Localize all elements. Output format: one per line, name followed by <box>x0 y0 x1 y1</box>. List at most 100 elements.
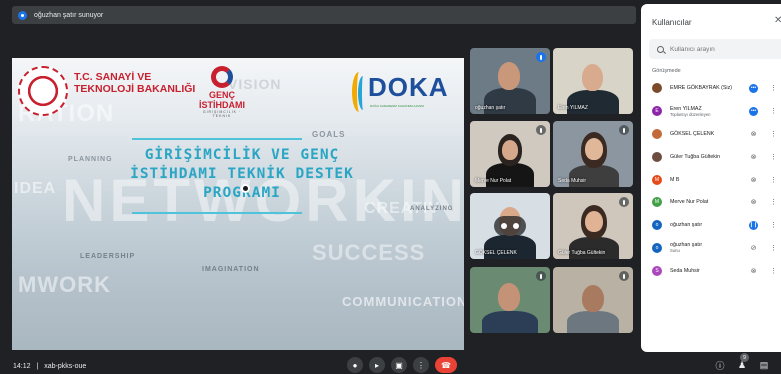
video-tile[interactable] <box>470 267 550 333</box>
more-vert-icon[interactable]: ⋮ <box>770 84 777 92</box>
meeting-time: 14:12 <box>13 363 31 370</box>
presentation-slide: VISION RATION PLANNING IDEA NETWORKING L… <box>12 58 464 350</box>
tile-name: Güler Tuğba Gültekin <box>558 250 606 256</box>
more-vert-icon[interactable]: ⋮ <box>770 153 777 161</box>
people-button[interactable]: ♟ 9 <box>736 353 749 371</box>
speaking-indicator-icon <box>536 52 546 62</box>
presenting-text: oğuzhan şatır sunuyor <box>34 11 104 19</box>
slide-divider <box>132 138 302 140</box>
mic-off-icon <box>536 271 546 281</box>
main-stage: VISION RATION PLANNING IDEA NETWORKING L… <box>12 32 464 352</box>
pin-icon[interactable] <box>501 223 507 229</box>
audio-activity-icon[interactable]: ••• <box>749 106 758 116</box>
participant-name: Güler Tuğba Gültekin <box>670 153 721 160</box>
video-tile[interactable]: Seda Muhsir <box>553 121 633 187</box>
participant-name: oğuzhan şatır <box>670 222 703 229</box>
mic-muted-icon[interactable]: ⊗ <box>749 266 758 275</box>
info-button[interactable]: ⓘ <box>714 359 726 371</box>
video-tile[interactable]: Eren YILMAZ <box>553 48 633 114</box>
mic-off-icon[interactable]: ⊘ <box>749 243 758 252</box>
participant-row[interactable]: E Eren YILMAZ Toplantıyı düzenleyen ••• ⋮ <box>641 100 781 123</box>
tile-name: GÖKSEL ÇELENK <box>475 250 517 256</box>
avatar: o <box>652 242 662 253</box>
search-input[interactable] <box>670 45 770 53</box>
pointer-cursor <box>241 184 250 193</box>
participant-name: EMRE GÖKBAYRAK (Siz) <box>670 85 733 92</box>
section-label: Görüşmede <box>652 68 681 74</box>
participant-name: Merve Nur Polat <box>670 199 709 206</box>
people-panel: Kullanıcılar ✕ Görüşmede EMRE GÖKBAYRAK … <box>641 4 781 352</box>
more-vert-icon[interactable]: ⋮ <box>770 130 777 138</box>
avatar <box>652 128 662 139</box>
avatar: M <box>652 197 662 208</box>
chat-button[interactable]: ▤ <box>758 359 770 371</box>
meeting-code: xab-pkks-oue <box>44 363 87 370</box>
participant-row[interactable]: M Merve Nur Polat ⊗ ⋮ <box>641 191 781 214</box>
tile-name: Merve Nur Polat <box>475 178 512 184</box>
video-tile[interactable]: GÖKSEL ÇELENK <box>470 193 550 259</box>
participant-row[interactable]: S Seda Muhsir ⊗ ⋮ <box>641 259 781 282</box>
more-vert-icon[interactable]: ⋮ <box>770 176 777 184</box>
speaking-indicator-icon[interactable]: ❙❙ <box>749 220 758 230</box>
slide-watermark: IDEA <box>14 180 57 197</box>
search-icon <box>657 45 664 53</box>
video-tile[interactable] <box>553 267 633 333</box>
slide-watermark: ANALYZING <box>410 206 454 212</box>
video-tile[interactable]: oğuzhan şatır <box>470 48 550 114</box>
presenting-icon <box>18 10 27 20</box>
present-button[interactable]: ▣ <box>391 357 407 373</box>
participant-row[interactable]: M M B ⊗ ⋮ <box>641 168 781 191</box>
mic-muted-icon[interactable]: ⊗ <box>749 198 758 207</box>
genc-istihdami-logo: GENÇ İSTİHDAMI GİRİŞİMCİLİK · TEKNİK <box>197 66 247 126</box>
participant-count-badge: 9 <box>740 353 749 362</box>
participant-name: Seda Muhsir <box>670 267 700 274</box>
close-icon[interactable]: ✕ <box>774 15 781 26</box>
more-vert-icon[interactable]: ⋮ <box>770 267 777 275</box>
more-vert-icon[interactable]: ⋮ <box>770 107 777 115</box>
more-icon[interactable] <box>513 223 519 229</box>
slide-watermark: MWORK <box>18 272 111 297</box>
participant-row[interactable]: EMRE GÖKBAYRAK (Siz) ••• ⋮ <box>641 77 781 100</box>
call-controls: ● ▸ ▣ ⋮ ☎ <box>347 357 457 373</box>
slide-divider <box>132 212 302 214</box>
more-vert-icon[interactable]: ⋮ <box>770 198 777 206</box>
participant-name: M B <box>670 176 680 183</box>
video-tile[interactable]: Güler Tuğba Gültekin <box>553 193 633 259</box>
side-controls: ⓘ ♟ 9 ▤ ◭ <box>714 353 781 371</box>
slide-title: GİRİŞİMCİLİK VE GENÇ İSTİHDAMI TEKNİK DE… <box>130 147 354 201</box>
slide-watermark: COMMUNICATION <box>342 294 464 309</box>
chat-icon: ▤ <box>759 359 769 370</box>
participant-name: GÖKSEL ÇELENK <box>670 130 715 137</box>
participant-row[interactable]: Güler Tuğba Gültekin ⊗ ⋮ <box>641 145 781 168</box>
mic-muted-icon[interactable]: ⊗ <box>749 129 758 138</box>
end-call-button[interactable]: ☎ <box>435 357 457 373</box>
participant-row[interactable]: o oğuzhan şatır Sunu ⊘ ⋮ <box>641 237 781 260</box>
participant-role: Sunu <box>670 248 680 254</box>
avatar: o <box>652 220 662 231</box>
tile-options[interactable] <box>494 216 526 236</box>
participant-row[interactable]: o oğuzhan şatır ❙❙ ⋮ <box>641 214 781 237</box>
hang-up-icon: ☎ <box>441 360 451 370</box>
meet-window: oğuzhan şatır sunuyor VISION RATION PLAN… <box>0 0 781 374</box>
mic-muted-icon[interactable]: ⊗ <box>749 175 758 184</box>
participant-list: EMRE GÖKBAYRAK (Siz) ••• ⋮ E Eren YILMAZ Topl… <box>641 77 781 282</box>
panel-title: Kullanıcılar <box>652 18 692 27</box>
info-icon: ⓘ <box>715 360 725 371</box>
mic-button[interactable]: ● <box>347 357 363 373</box>
video-tile[interactable]: Merve Nur Polat <box>470 121 550 187</box>
slide-watermark: LEADERSHIP <box>80 253 136 260</box>
more-vert-icon[interactable]: ⋮ <box>770 221 777 229</box>
mic-muted-icon[interactable]: ⊗ <box>749 152 758 161</box>
more-vert-icon[interactable]: ⋮ <box>770 244 777 252</box>
meeting-info: 14:12 | xab-pkks-oue <box>13 363 86 370</box>
presenting-banner: oğuzhan şatır sunuyor <box>12 6 636 24</box>
more-options-button[interactable]: ⋮ <box>413 357 429 373</box>
camera-button[interactable]: ▸ <box>369 357 385 373</box>
audio-activity-icon[interactable]: ••• <box>749 83 758 93</box>
search-box[interactable] <box>649 39 781 59</box>
tile-name: Seda Muhsir <box>558 178 587 184</box>
mic-off-icon <box>619 125 629 135</box>
avatar: E <box>652 106 662 117</box>
mic-off-icon <box>619 271 629 281</box>
participant-row[interactable]: GÖKSEL ÇELENK ⊗ ⋮ <box>641 123 781 146</box>
